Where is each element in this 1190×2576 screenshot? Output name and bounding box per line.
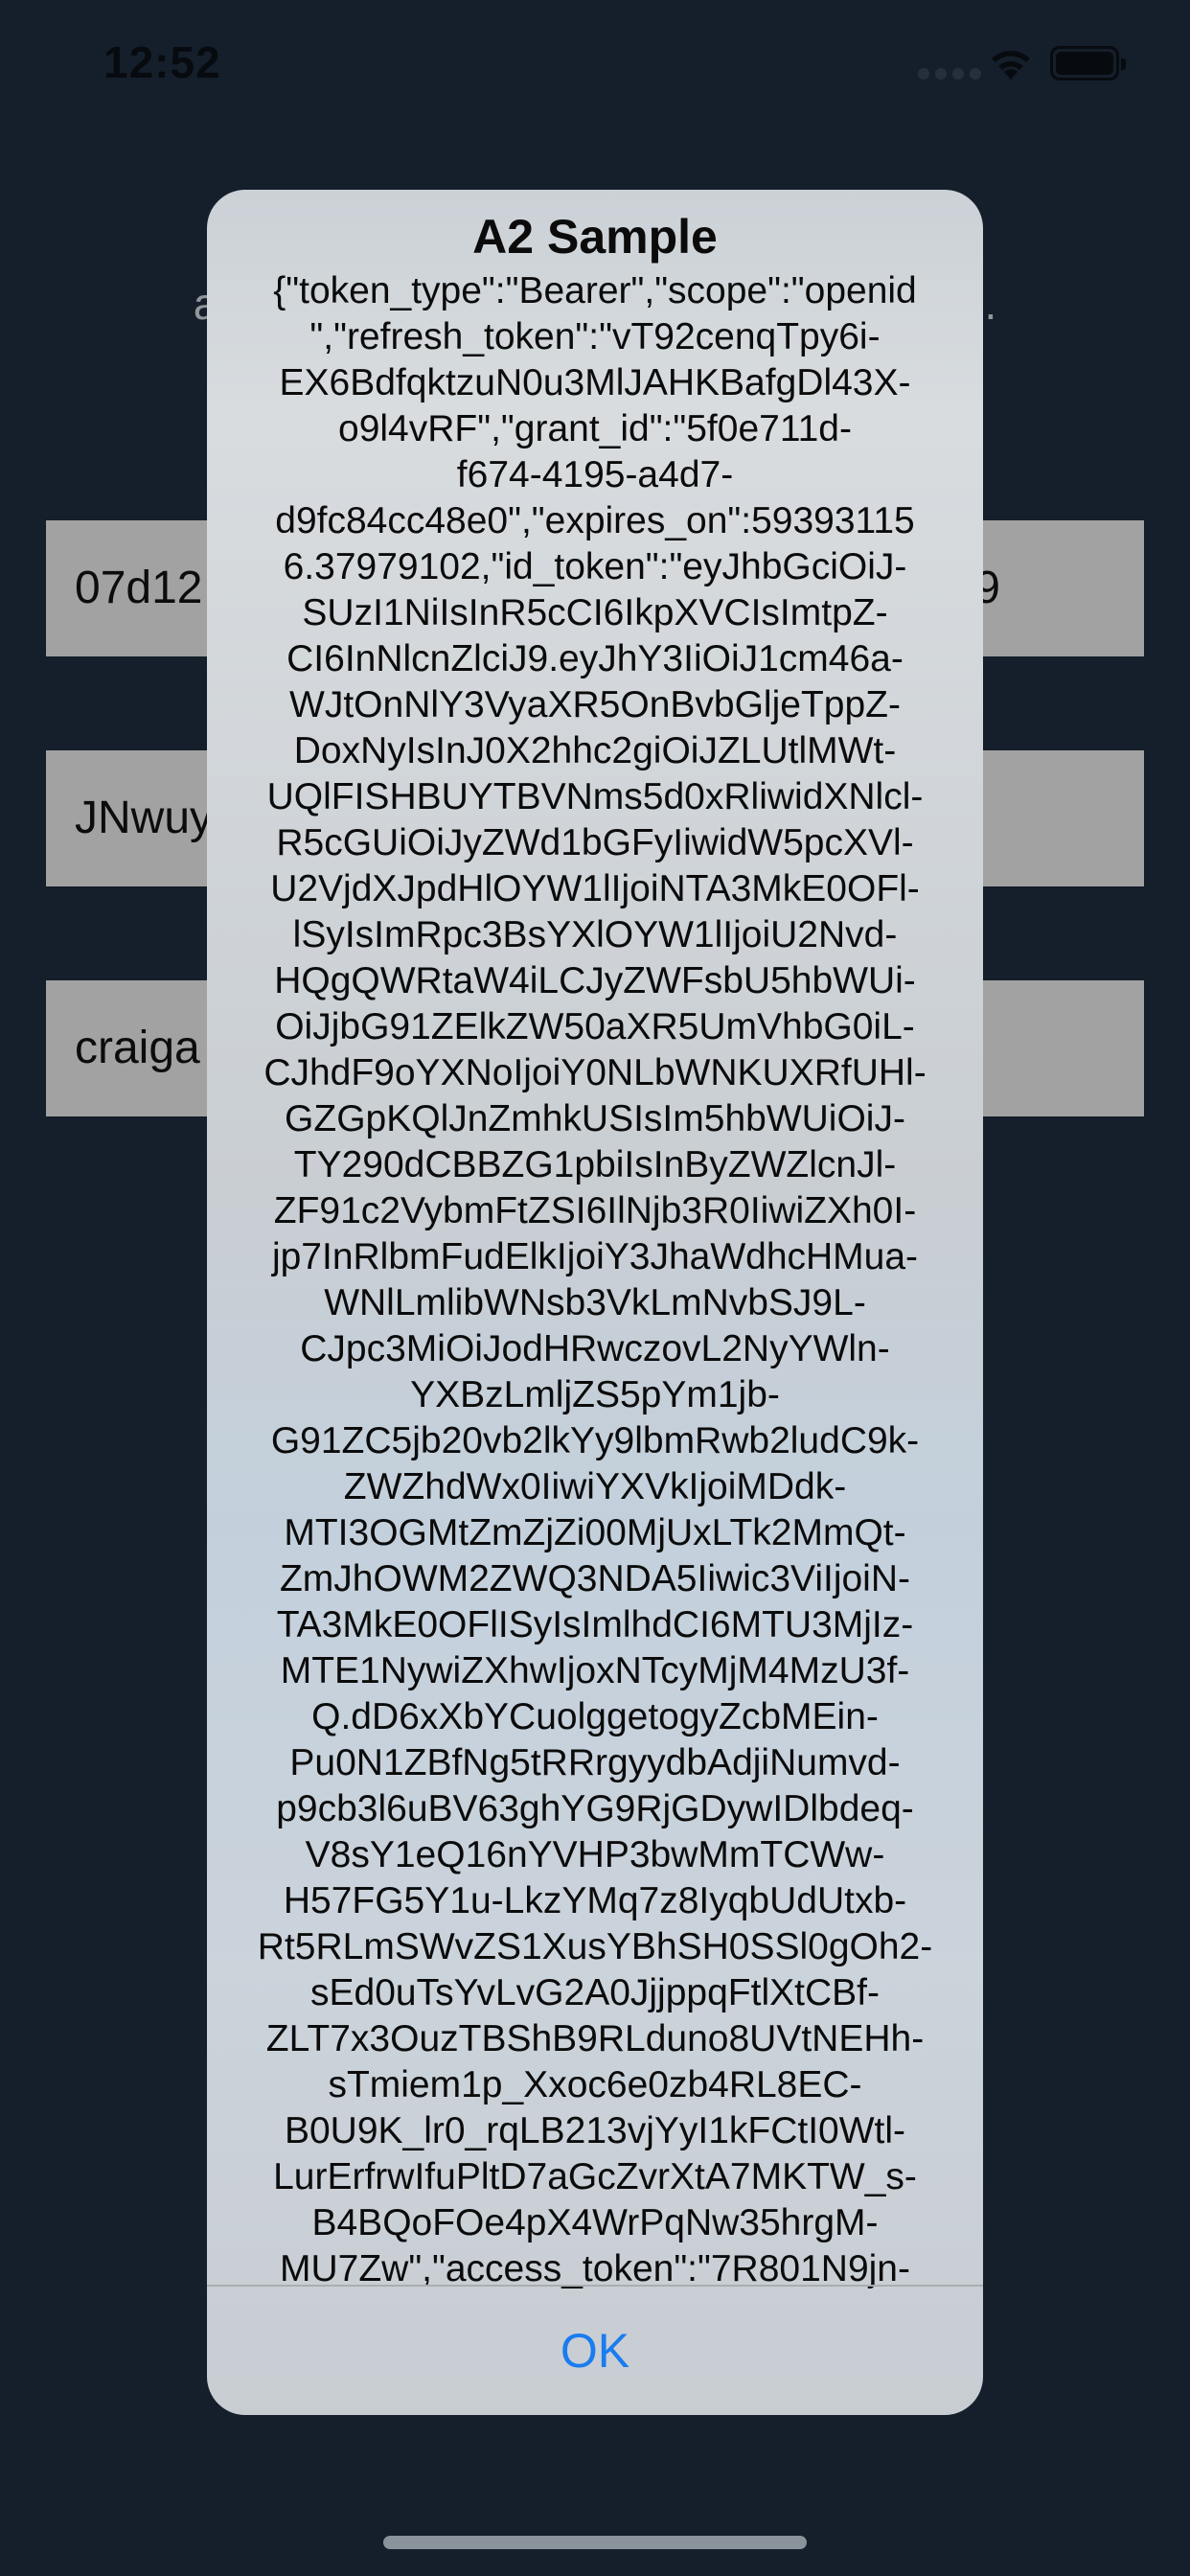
alert-message-line: EX6BdfqktzuN0u3MlJAHKBafgDl43X- <box>279 362 911 403</box>
alert-message-line: WNlLmlibWNsb3VkLmNvbSJ9L- <box>324 1282 866 1323</box>
alert-message-line: YXBzLmljZS5pYm1jb- <box>410 1374 780 1415</box>
home-indicator[interactable] <box>383 2536 807 2549</box>
alert-message: {"token_type":"Bearer","scope":"openid ",… <box>245 268 945 2415</box>
alert-message-line: ","refresh_token":"vT92cenqTpy6i- <box>309 316 881 357</box>
alert-message-line: TY290dCBBZG1pbiIsInByZWZlcnJl- <box>293 1144 897 1185</box>
alert-message-line: {"token_type":"Bearer","scope":"openid <box>273 270 917 311</box>
alert-message-line: sEd0uTsYvLvG2A0JjjppqFtlXtCBf- <box>310 1972 880 2013</box>
alert-message-line: MTE1NywiZXhwIjoxNTcyMjM4MzU3f- <box>280 1650 910 1691</box>
alert-message-line: CJhdF9oYXNoIjoiY0NLbWNKUXRfUHl- <box>263 1052 927 1093</box>
alert-message-line: B0U9K_lr0_rqLB213vjYyI1kFCtI0Wtl- <box>284 2110 906 2151</box>
alert-message-line: TA3MkE0OFlISyIsImlhdCI6MTU3MjIz- <box>276 1604 914 1645</box>
alert-message-line: B4BQoFOe4pX4WrPqNw35hrgM- <box>311 2202 879 2243</box>
alert-message-line: Pu0N1ZBfNg5tRRrgyydbAdjiNumvd- <box>289 1742 901 1783</box>
alert-dialog: A2 Sample {"token_type":"Bearer","scope"… <box>207 190 983 2415</box>
alert-message-line: SUzI1NiIsInR5cCI6IkpXVCIsImtpZ- <box>302 592 888 633</box>
alert-message-line: jp7InRlbmFudElkIjoiY3JhaWdhcHMua- <box>271 1236 919 1277</box>
alert-message-line: CI6InNlcnZlciJ9.eyJhY3IiOiJ1cm46a- <box>286 638 904 679</box>
alert-message-line: ZWZhdWx0IiwiYXVkIjoiMDdk- <box>343 1466 847 1507</box>
alert-message-line: o9l4vRF","grant_id":"5f0e711d- <box>338 408 852 449</box>
alert-message-line: lSyIsImRpc3BsYXlOYW1lIjoiU2Nvd- <box>292 914 898 955</box>
alert-message-line: WJtOnNlY3VyaXR5OnBvbGljeTppZ- <box>289 684 901 725</box>
alert-message-line: ZLT7x3OuzTBShB9RLduno8UVtNEHh- <box>265 2018 925 2059</box>
alert-message-line: ZmJhOWM2ZWQ3NDA5Iiwic3ViIjoiN- <box>279 1558 910 1599</box>
alert-message-line: OiJjbG91ZElkZW50aXR5UmVhbG0iL- <box>275 1006 915 1047</box>
alert-message-line: MTI3OGMtZmZjZi00MjUxLTk2MmQt- <box>284 1512 906 1553</box>
alert-message-line: d9fc84cc48e0","expires_on":59393115 <box>275 500 915 541</box>
alert-message-line: R5cGUiOiJyZWd1bGFyIiwidW5pcXVl- <box>276 822 914 863</box>
alert-message-line: CJpc3MiOiJodHRwczovL2NyYWln- <box>300 1328 890 1369</box>
alert-message-line: H57FG5Y1u-LkzYMq7z8IyqbUdUtxb- <box>283 1880 907 1921</box>
alert-message-viewport[interactable]: {"token_type":"Bearer","scope":"openid ",… <box>207 268 983 2415</box>
alert-message-line: V8sY1eQ16nYVHP3bwMmTCWw- <box>305 1834 885 1875</box>
alert-title: A2 Sample <box>472 210 718 264</box>
alert-message-line: 6.37979102,"id_token":"eyJhbGciOiJ- <box>283 546 907 587</box>
alert-message-line: GZGpKQlJnZmhkUSIsIm5hbWUiOiJ- <box>285 1098 905 1139</box>
alert-message-line: UQlFISHBUYTBVNms5d0xRliwidXNlcl- <box>266 776 924 817</box>
alert-message-line: DoxNyIsInJ0X2hhc2giOiJZLUtlMWt- <box>293 730 897 771</box>
alert-message-line: Rt5RLmSWvZS1XusYBhSH0SSl0gOh2- <box>257 1926 933 1967</box>
alert-message-line: G91ZC5jb20vb2lkYy9lbmRwb2ludC9k- <box>270 1420 920 1461</box>
alert-message-line: LurErfrwIfuPltD7aGcZvrXtA7MKTW_s- <box>273 2156 917 2197</box>
alert-message-line: p9cb3l6uBV63ghYG9RjGDywIDlbdeq- <box>276 1788 914 1829</box>
alert-message-line: sTmiem1p_Xxoc6e0zb4RL8EC- <box>328 2064 862 2105</box>
alert-message-line: U2VjdXJpdHlOYW1lIjoiNTA3MkE0OFl- <box>270 868 920 909</box>
ok-button[interactable]: OK <box>207 2287 983 2415</box>
alert-message-line: HQgQWRtaW4iLCJyZWFsbU5hbWUi- <box>274 960 916 1001</box>
alert-message-line: f674-4195-a4d7- <box>456 454 734 495</box>
alert-message-line: Q.dD6xXbYCuolggetogyZcbMEin- <box>311 1696 879 1737</box>
alert-message-line: ZF91c2VybmFtZSI6IlNjb3R0IiwiZXh0I- <box>273 1190 917 1231</box>
